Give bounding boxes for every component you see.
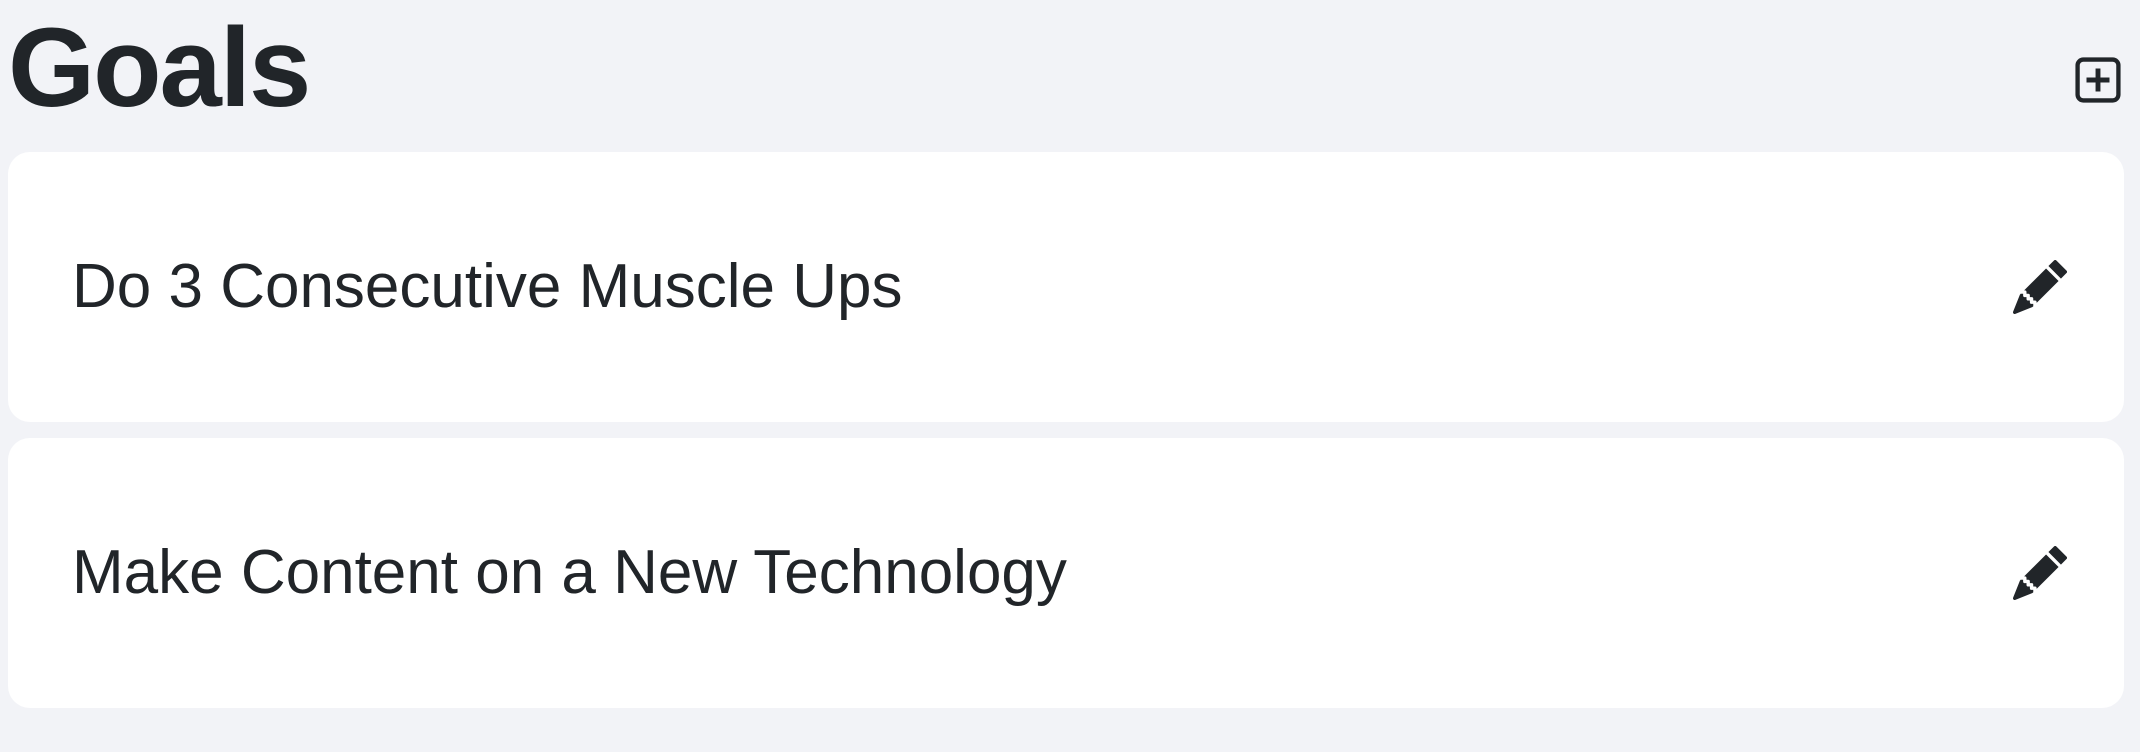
- edit-goal-button[interactable]: [2008, 255, 2072, 319]
- goal-title: Make Content on a New Technology: [72, 538, 1067, 607]
- pencil-icon: [2013, 546, 2067, 600]
- pencil-icon: [2013, 260, 2067, 314]
- goal-card[interactable]: Do 3 Consecutive Muscle Ups: [8, 152, 2124, 422]
- goal-title: Do 3 Consecutive Muscle Ups: [72, 252, 903, 321]
- plus-square-icon: [2075, 57, 2121, 103]
- goal-list: Do 3 Consecutive Muscle Ups Make Content…: [8, 152, 2124, 724]
- goal-card[interactable]: Make Content on a New Technology: [8, 438, 2124, 708]
- page-title: Goals: [8, 5, 311, 130]
- add-goal-button[interactable]: [2070, 52, 2126, 108]
- edit-goal-button[interactable]: [2008, 541, 2072, 605]
- page-header: Goals: [0, 0, 2140, 140]
